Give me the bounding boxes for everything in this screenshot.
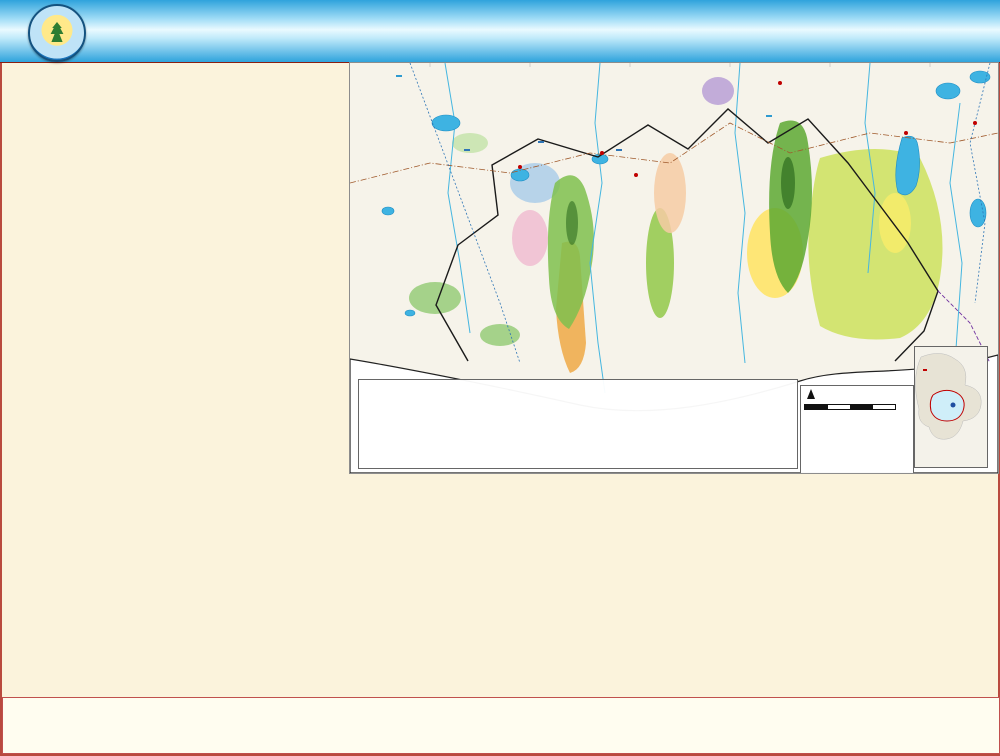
scale-bar: [804, 404, 896, 410]
title-bar: [0, 0, 1000, 63]
irrigation-department-logo-icon: [28, 4, 86, 62]
map-legend: [358, 379, 798, 469]
dam-label-prasae: [616, 149, 622, 151]
map-inset: [914, 346, 988, 468]
reservoir-label-prasae: [766, 115, 772, 117]
notes-panel: [2, 697, 1000, 754]
inset-dam-label: [923, 369, 927, 371]
dam-label-khlongyai: [538, 141, 544, 143]
map-projection-box: [800, 385, 914, 474]
irrigation-map: [349, 62, 999, 474]
dam-label-nongplalai: [464, 149, 470, 151]
north-arrow-icon: [807, 389, 815, 399]
reservoir-label-khlongluang: [396, 75, 402, 77]
